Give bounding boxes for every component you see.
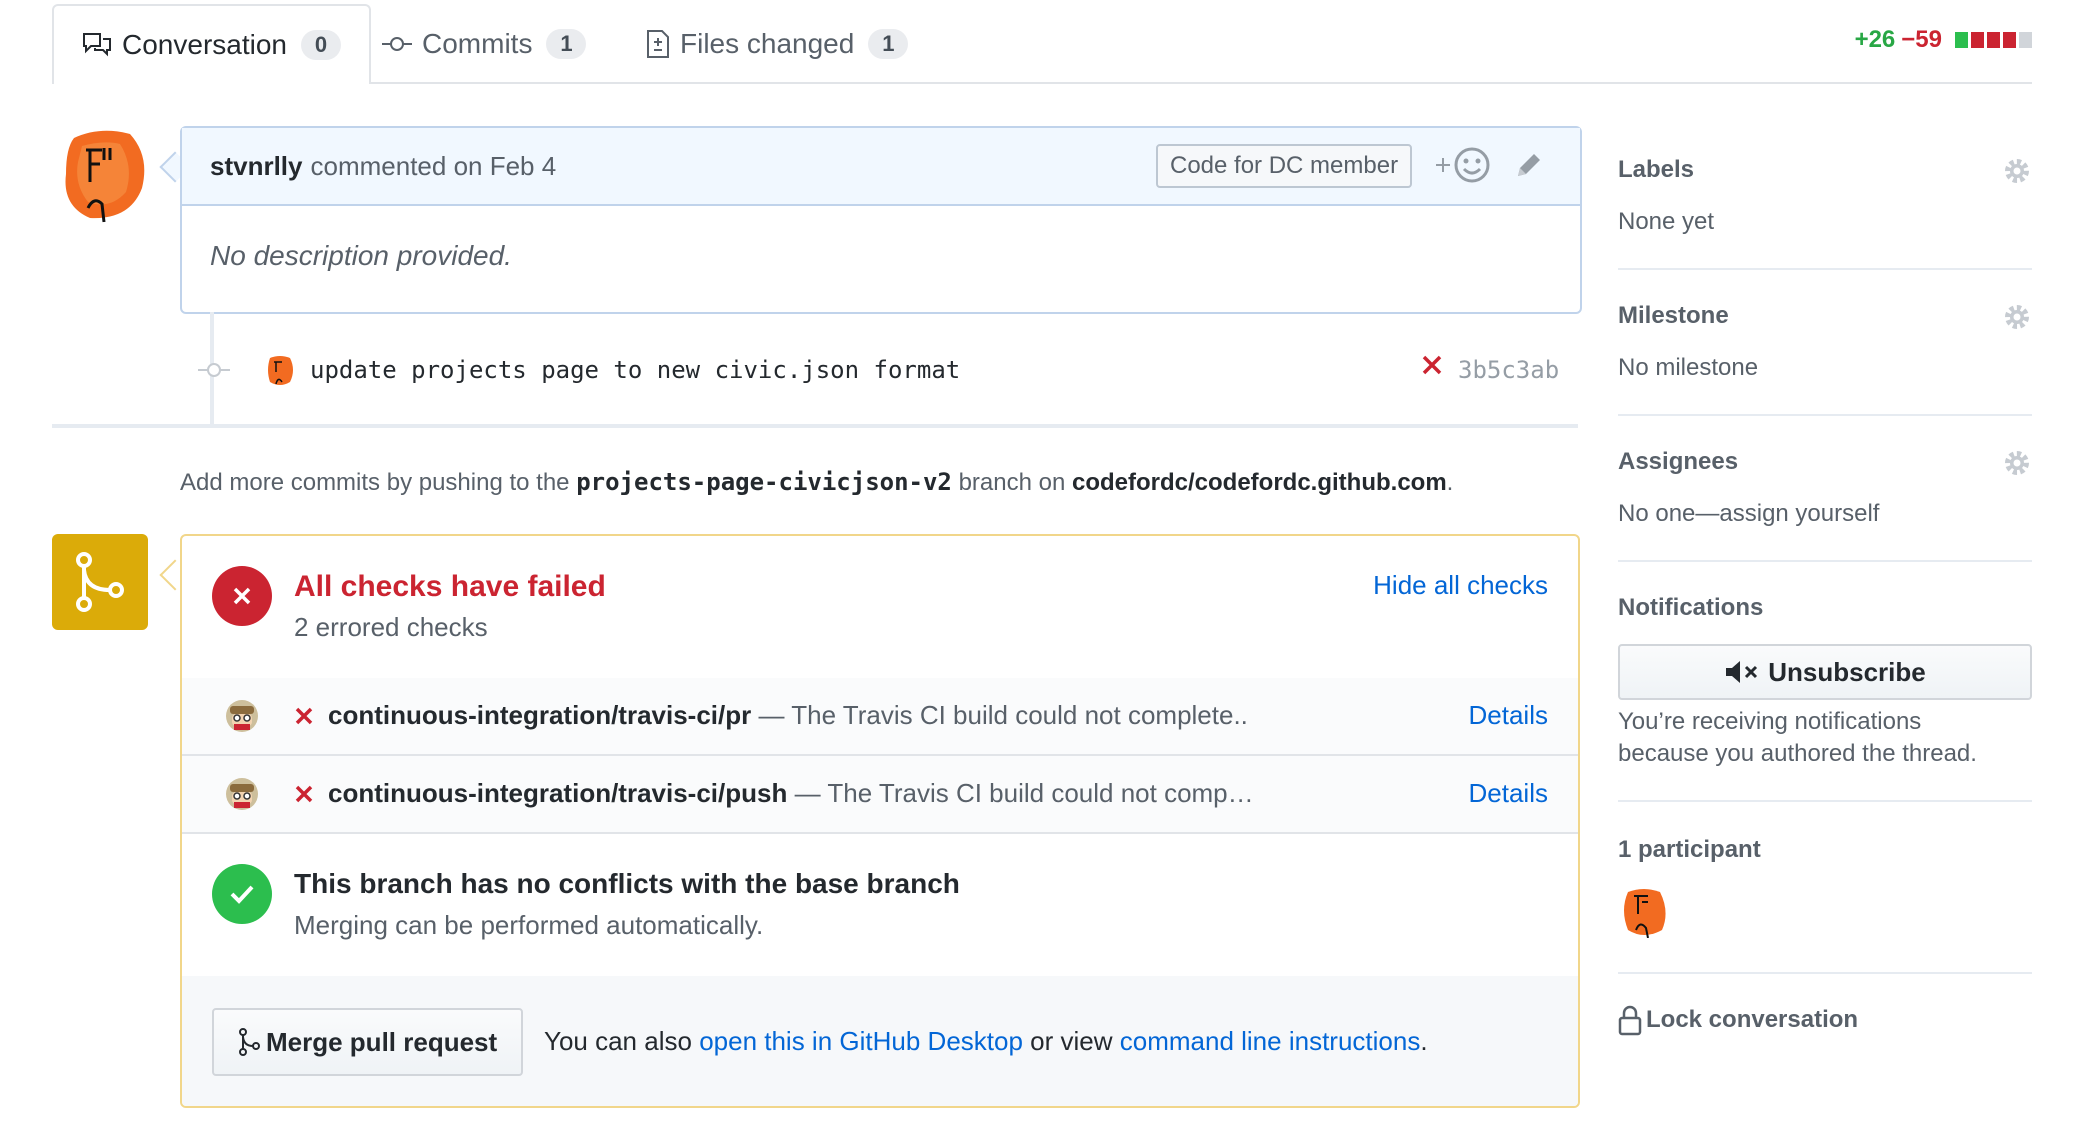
push-hint: Add more commits by pushing to the proje… bbox=[180, 468, 1453, 497]
add-reaction-icon[interactable] bbox=[1434, 146, 1492, 191]
comment-author[interactable]: stvnrlly bbox=[210, 151, 303, 182]
milestone-value: No milestone bbox=[1618, 354, 1759, 381]
comment-header: stvnrlly commented on Feb 4 Code for DC … bbox=[182, 128, 1580, 206]
status-failed-icon[interactable] bbox=[1420, 352, 1444, 378]
author-avatar[interactable] bbox=[60, 126, 148, 226]
comment-body: No description provided. bbox=[210, 240, 512, 271]
participants-heading: 1 participant bbox=[1618, 836, 1761, 863]
milestone-heading[interactable]: Milestone bbox=[1618, 302, 1729, 330]
status-failed-icon bbox=[295, 785, 313, 803]
gear-icon[interactable] bbox=[2002, 302, 2032, 332]
open-in-desktop-link[interactable]: open this in GitHub Desktop bbox=[699, 1026, 1023, 1056]
merge-alternatives: You can also open this in GitHub Desktop… bbox=[544, 1026, 1428, 1057]
tab-commits[interactable]: Commits 1 bbox=[382, 6, 587, 82]
lock-conversation-link[interactable]: Lock conversation bbox=[1618, 1004, 1858, 1036]
push-hint-middle: branch on bbox=[958, 469, 1066, 496]
check-text: continuous-integration/travis-ci/pr — Th… bbox=[328, 700, 1248, 731]
branch-name: projects-page-civicjson-v2 bbox=[576, 468, 952, 496]
member-badge: Code for DC member bbox=[1156, 144, 1413, 188]
merge-button-label: Merge pull request bbox=[266, 1026, 498, 1057]
x-circle-icon bbox=[212, 566, 272, 626]
timeline-divider bbox=[52, 424, 1578, 428]
sidebar-divider bbox=[1618, 560, 2032, 562]
travis-ci-icon bbox=[226, 700, 258, 732]
tab-conversation[interactable]: Conversation 0 bbox=[52, 4, 371, 84]
participant-avatar[interactable] bbox=[1622, 886, 1668, 938]
lock-icon bbox=[1618, 1005, 1642, 1036]
tab-counter: 0 bbox=[300, 30, 341, 60]
checks-status: All checks have failed 2 errored checks … bbox=[182, 536, 1578, 680]
conflicts-subtitle: Merging can be performed automatically. bbox=[294, 910, 764, 940]
checks-subtitle: 2 errored checks bbox=[294, 612, 488, 642]
sidebar-divider bbox=[1618, 800, 2032, 802]
gear-icon[interactable] bbox=[2002, 156, 2032, 186]
check-description: — The Travis CI build could not complete… bbox=[758, 700, 1248, 730]
tab-files-changed[interactable]: Files changed 1 bbox=[646, 6, 909, 82]
labels-value: None yet bbox=[1618, 208, 1715, 235]
tab-counter: 1 bbox=[868, 29, 909, 59]
check-name: continuous-integration/travis-ci/push bbox=[328, 778, 788, 808]
merge-alt-suffix: . bbox=[1420, 1026, 1428, 1056]
comment-discussion-icon bbox=[83, 33, 111, 57]
notifications-heading: Notifications bbox=[1618, 594, 1764, 621]
check-description: — The Travis CI build could not comp… bbox=[794, 778, 1254, 808]
assignees-value[interactable]: No one—assign yourself bbox=[1618, 500, 1879, 528]
unsubscribe-label: Unsubscribe bbox=[1768, 656, 1926, 687]
push-hint-prefix: Add more commits by pushing to the bbox=[180, 469, 570, 496]
commit-row: update projects page to new civic.json f… bbox=[190, 346, 1570, 394]
git-merge-icon bbox=[239, 1028, 260, 1056]
conflicts-title: This branch has no conflicts with the ba… bbox=[294, 868, 960, 899]
check-text: continuous-integration/travis-ci/push — … bbox=[328, 778, 1254, 809]
check-details-link[interactable]: Details bbox=[1469, 700, 1548, 731]
check-name: continuous-integration/travis-ci/pr bbox=[328, 700, 752, 730]
lock-conversation-label: Lock conversation bbox=[1646, 1006, 1859, 1033]
assignees-heading[interactable]: Assignees bbox=[1618, 448, 1738, 476]
merge-pull-request-button[interactable]: Merge pull request bbox=[212, 1008, 524, 1076]
git-commit-icon bbox=[198, 363, 230, 377]
tab-counter: 1 bbox=[546, 29, 587, 59]
checks-title: All checks have failed bbox=[294, 570, 606, 603]
commit-message[interactable]: update projects page to new civic.json f… bbox=[310, 356, 960, 384]
hide-checks-link[interactable]: Hide all checks bbox=[1373, 570, 1548, 601]
tab-label: Files changed bbox=[680, 28, 855, 59]
check-circle-icon bbox=[212, 864, 272, 924]
merge-footer: Merge pull request You can also open thi… bbox=[182, 976, 1578, 1106]
gear-icon[interactable] bbox=[2002, 448, 2032, 478]
tab-label: Conversation bbox=[122, 29, 287, 60]
repo-name: codefordc/codefordc.github.com bbox=[1071, 469, 1447, 496]
check-row: continuous-integration/travis-ci/pr — Th… bbox=[182, 678, 1578, 756]
status-failed-icon bbox=[295, 707, 313, 725]
notification-reason-line1: You’re receiving notifications bbox=[1618, 708, 1922, 735]
commit-author-avatar[interactable] bbox=[266, 354, 294, 388]
sidebar-divider bbox=[1618, 972, 2032, 974]
mute-icon bbox=[1726, 661, 1758, 683]
sidebar-divider bbox=[1618, 414, 2032, 416]
git-merge-icon bbox=[52, 534, 148, 630]
pr-description-comment: stvnrlly commented on Feb 4 Code for DC … bbox=[180, 126, 1582, 314]
git-commit-icon bbox=[382, 37, 412, 51]
merge-alt-middle: or view bbox=[1030, 1026, 1113, 1056]
conflicts-status: This branch has no conflicts with the ba… bbox=[182, 834, 1578, 978]
tab-label: Commits bbox=[422, 28, 533, 59]
pencil-icon[interactable] bbox=[1514, 150, 1544, 187]
travis-ci-icon bbox=[226, 778, 258, 810]
labels-heading[interactable]: Labels bbox=[1618, 156, 1694, 184]
unsubscribe-button[interactable]: Unsubscribe bbox=[1618, 644, 2032, 700]
file-diff-icon bbox=[647, 30, 669, 58]
check-details-link[interactable]: Details bbox=[1469, 778, 1548, 809]
sidebar: Labels None yet Milestone No milestone A… bbox=[1618, 0, 2032, 1122]
notification-reason-line2: because you authored the thread. bbox=[1618, 740, 1977, 767]
command-line-instructions-link[interactable]: command line instructions bbox=[1120, 1026, 1421, 1056]
push-hint-suffix: . bbox=[1446, 469, 1454, 496]
sidebar-divider bbox=[1618, 268, 2032, 270]
merge-alt-prefix: You can also bbox=[544, 1026, 692, 1056]
commit-sha[interactable]: 3b5c3ab bbox=[1458, 356, 1559, 384]
comment-timestamp[interactable]: commented on Feb 4 bbox=[311, 151, 557, 182]
check-row: continuous-integration/travis-ci/push — … bbox=[182, 756, 1578, 834]
merge-box: All checks have failed 2 errored checks … bbox=[180, 534, 1580, 1108]
